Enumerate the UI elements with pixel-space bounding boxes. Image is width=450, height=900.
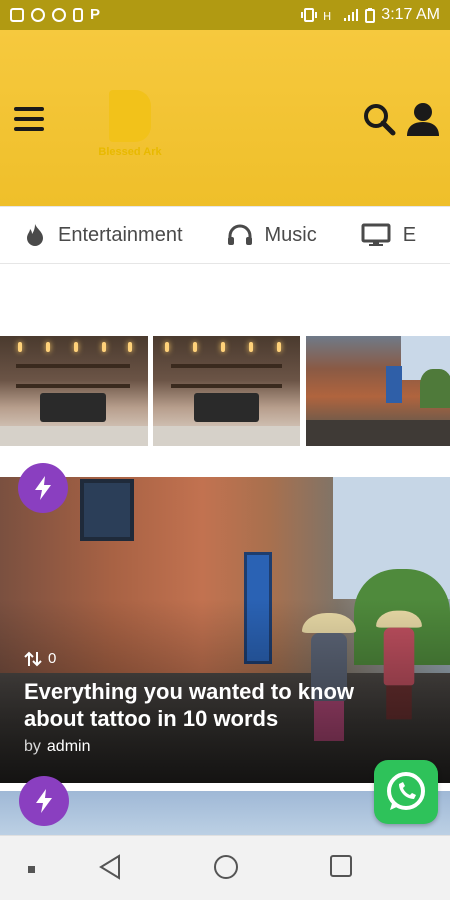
thumbnail-carousel — [0, 336, 450, 446]
nav-dot-button[interactable] — [28, 866, 35, 873]
hamburger-icon — [14, 107, 44, 111]
search-icon — [364, 104, 396, 136]
whatsapp-icon — [387, 772, 425, 810]
thumbnail-cafe-2[interactable] — [153, 336, 300, 446]
by-label: by — [24, 738, 41, 755]
tab-e[interactable]: E — [317, 223, 416, 247]
vibrate-icon — [301, 8, 318, 22]
logo[interactable]: Blessed Ark — [92, 86, 168, 166]
battery-icon — [365, 7, 376, 23]
battery-saver-icon — [73, 8, 83, 22]
square-dot-icon — [28, 866, 35, 873]
card-window — [80, 479, 134, 541]
monitor-icon — [361, 223, 391, 246]
gallery-icon — [10, 8, 24, 22]
system-nav-bar — [0, 835, 450, 900]
status-bar: P H 3:17 AM — [0, 0, 450, 30]
nfc-icon — [52, 8, 66, 22]
recents-button[interactable] — [329, 854, 353, 883]
trending-badge[interactable] — [18, 463, 68, 513]
home-button[interactable] — [213, 854, 239, 885]
logo-mark — [109, 90, 151, 142]
tab-label: E — [402, 223, 417, 246]
tab-label: Entertainment — [58, 223, 183, 246]
p-icon: P — [90, 6, 101, 23]
byline: by admin — [24, 738, 90, 756]
tab-label: Music — [264, 223, 317, 246]
whatsapp-button[interactable] — [374, 760, 438, 824]
menu-button[interactable] — [14, 107, 44, 133]
tab-music[interactable]: Music — [183, 224, 317, 247]
back-button[interactable] — [98, 854, 122, 885]
fire-icon — [27, 224, 43, 246]
search-button[interactable] — [362, 102, 396, 136]
whatsapp-icon — [31, 8, 45, 22]
vote-count-value: 0 — [48, 650, 57, 667]
app-header: Blessed Ark — [0, 30, 450, 206]
lightning-icon — [36, 789, 52, 813]
tab-entertainment[interactable]: Entertainment — [0, 223, 183, 247]
logo-text: Blessed Ark — [98, 146, 162, 158]
user-icon — [407, 103, 439, 136]
data-icon: H — [323, 10, 331, 22]
lightning-icon — [35, 476, 51, 500]
status-right-icons: H 3:17 AM — [301, 6, 440, 24]
author-link[interactable]: admin — [47, 738, 91, 755]
trending-badge-2[interactable] — [19, 776, 69, 826]
signal-icon — [344, 9, 359, 21]
back-icon — [99, 854, 120, 880]
sort-icon — [24, 651, 42, 666]
thumbnail-cafe-1[interactable] — [0, 336, 148, 446]
vote-count: 0 — [24, 650, 56, 667]
status-time: 3:17 AM — [381, 6, 440, 23]
headphones-icon — [227, 224, 252, 245]
svg-text:H: H — [323, 10, 331, 22]
home-icon — [214, 855, 238, 879]
category-tabs: Entertainment Music E — [0, 206, 450, 264]
post-title[interactable]: Everything you wanted to know about tatt… — [24, 678, 414, 732]
status-left-icons: P — [10, 6, 101, 23]
account-button[interactable] — [406, 102, 440, 136]
recents-icon — [330, 855, 352, 877]
thumbnail-alley[interactable] — [306, 336, 450, 446]
